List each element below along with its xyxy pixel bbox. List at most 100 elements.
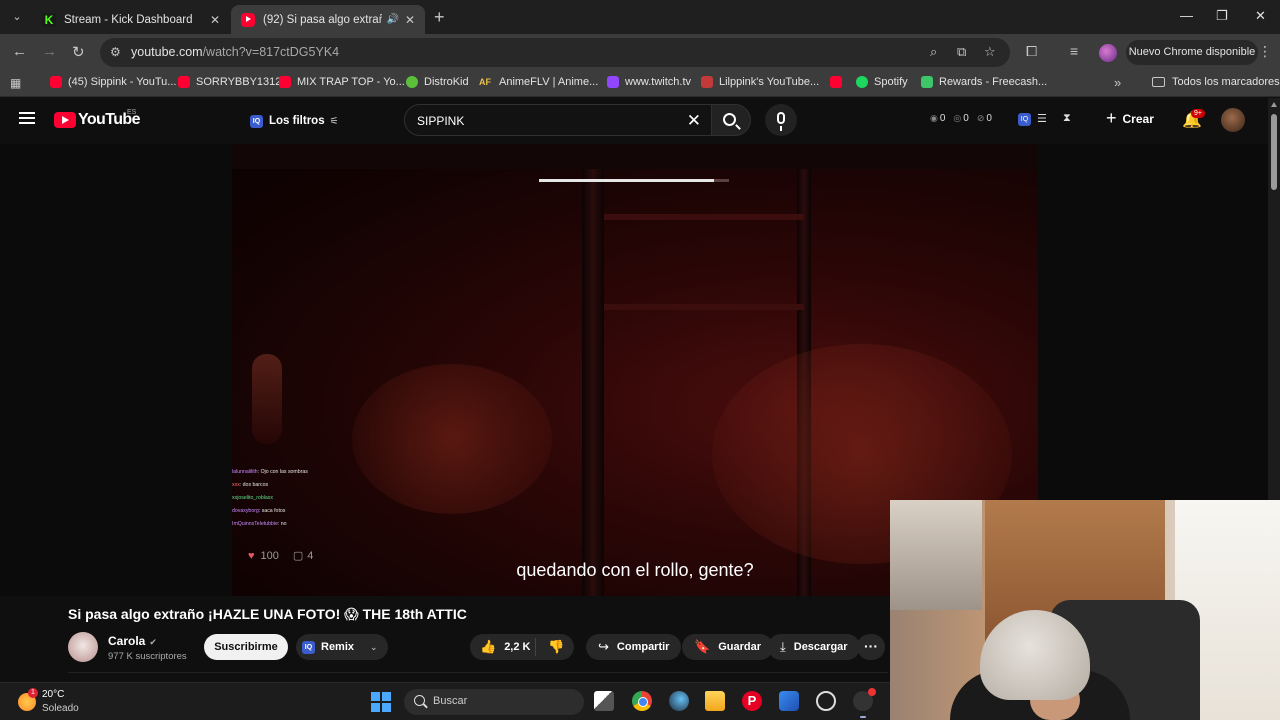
voice-search-button[interactable] bbox=[765, 104, 797, 136]
tab-search-icon[interactable]: ⌄ bbox=[8, 8, 26, 26]
search-button[interactable] bbox=[711, 104, 751, 136]
bookmark-item[interactable]: Rewards - Freecash... bbox=[921, 76, 1047, 88]
tab-kick-dashboard[interactable]: K Stream - Kick Dashboard ✕ bbox=[32, 5, 230, 34]
loading-progress-fill bbox=[539, 179, 714, 182]
scroll-up-icon[interactable] bbox=[1271, 102, 1277, 107]
channel-name[interactable]: Carola ✔ bbox=[108, 634, 157, 648]
new-tab-icon[interactable]: + bbox=[434, 7, 445, 28]
url-text[interactable]: youtube.com/watch?v=817ctDG5YK4 bbox=[131, 45, 339, 59]
share-icon: ↪ bbox=[598, 639, 609, 654]
search-input[interactable]: SIPPINK ✕ bbox=[404, 104, 712, 136]
clear-search-icon[interactable]: ✕ bbox=[687, 111, 701, 131]
distrokid-icon bbox=[406, 76, 418, 88]
file-explorer-icon[interactable] bbox=[705, 691, 725, 711]
bookmark-item[interactable]: Lilppink's YouTube... bbox=[701, 76, 819, 88]
taskbar-search[interactable]: Buscar bbox=[404, 689, 584, 715]
scene-shelf bbox=[604, 214, 804, 220]
video-title: Si pasa algo extraño ¡HAZLE UNA FOTO! 😱 … bbox=[68, 606, 467, 622]
chatgpt-icon[interactable] bbox=[816, 691, 836, 711]
youtube-icon bbox=[50, 76, 62, 88]
search-icon bbox=[414, 695, 425, 706]
active-app-indicator bbox=[860, 716, 866, 718]
speaker-icon[interactable]: 🔊 bbox=[386, 14, 398, 25]
restore-icon[interactable]: ❐ bbox=[1216, 8, 1228, 24]
save-button[interactable]: 🔖 Guardar bbox=[682, 634, 773, 660]
scrollbar-thumb[interactable] bbox=[1271, 114, 1277, 190]
address-bar[interactable]: ⚙ youtube.com/watch?v=817ctDG5YK4 ⌕ ⧉ ☆ bbox=[100, 38, 1010, 67]
pinterest-icon[interactable]: P bbox=[742, 691, 762, 711]
channel-avatar[interactable] bbox=[68, 632, 98, 662]
webcam-background-poster bbox=[890, 500, 982, 610]
bookmark-item[interactable]: SORRYBBY1312 bbox=[178, 76, 281, 88]
divider bbox=[68, 672, 888, 673]
filters-button[interactable]: IQ Los filtros ⚟ bbox=[250, 108, 339, 134]
more-menu-icon[interactable]: ⋮ bbox=[1258, 43, 1272, 60]
back-icon[interactable]: ← bbox=[12, 43, 27, 60]
media-controls-icon[interactable]: ≡ bbox=[1070, 43, 1078, 59]
bookmark-item[interactable]: MIX TRAP TOP - Yo... bbox=[279, 76, 405, 88]
download-button[interactable]: ⤓ Descargar bbox=[768, 634, 860, 660]
kick-icon: K bbox=[42, 12, 56, 27]
bookmark-item[interactable]: Spotify bbox=[856, 76, 908, 88]
bookmark-item[interactable]: (45) Sippink - YouTu... bbox=[50, 76, 176, 88]
close-tab-icon[interactable]: ✕ bbox=[210, 13, 220, 27]
tab-title: (92) Si pasa algo extraño ¡H bbox=[263, 13, 383, 26]
bookmark-item[interactable]: AF AnimeFLV | Anime... bbox=[479, 76, 598, 88]
remix-button[interactable]: IQ Remix ⌄ bbox=[296, 634, 388, 660]
share-button[interactable]: ↪ Compartir bbox=[586, 634, 682, 660]
animeflv-icon: AF bbox=[479, 77, 491, 87]
eye-icon: ◉ bbox=[930, 113, 938, 123]
store-icon[interactable] bbox=[779, 691, 799, 711]
reload-icon[interactable]: ↻ bbox=[72, 43, 85, 61]
youtube-icon bbox=[830, 76, 842, 88]
all-bookmarks-folder[interactable]: Todos los marcadores bbox=[1152, 76, 1280, 88]
like-button[interactable]: 👍 2,2 K bbox=[470, 638, 536, 656]
bookmark-item[interactable]: www.twitch.tv bbox=[607, 76, 691, 88]
steam-icon[interactable] bbox=[669, 691, 689, 711]
task-view-icon[interactable] bbox=[594, 691, 614, 711]
windows-start-icon[interactable] bbox=[371, 692, 391, 712]
temperature: 20°C bbox=[42, 689, 65, 700]
create-button[interactable]: + Crear bbox=[1106, 108, 1154, 129]
extension-icon[interactable]: IQ bbox=[1018, 112, 1037, 126]
video-frame-edge bbox=[232, 144, 1038, 169]
profile-icon[interactable] bbox=[1099, 44, 1117, 62]
forward-icon[interactable]: → bbox=[42, 43, 57, 60]
chrome-update-button[interactable]: Nuevo Chrome disponible bbox=[1126, 40, 1258, 65]
bookmark-item[interactable]: DistroKid bbox=[406, 76, 469, 88]
apps-grid-icon[interactable]: ▦ bbox=[10, 76, 21, 90]
chart-icon bbox=[701, 76, 713, 88]
more-bookmarks-icon[interactable]: » bbox=[1114, 75, 1121, 90]
dislike-button[interactable]: 👎 bbox=[536, 639, 564, 655]
site-info-icon[interactable]: ⚙ bbox=[110, 45, 121, 59]
avatar[interactable] bbox=[1221, 108, 1245, 132]
search-query[interactable]: SIPPINK bbox=[417, 114, 464, 128]
chrome-icon[interactable] bbox=[632, 691, 652, 711]
search-icon bbox=[723, 113, 736, 126]
chat-line: xxjoselito_roblaxx bbox=[232, 495, 273, 501]
hamburger-menu-icon[interactable] bbox=[19, 112, 35, 124]
zoom-icon[interactable]: ⌕ bbox=[930, 44, 937, 60]
hourglass-icon[interactable]: ⧗ bbox=[1063, 112, 1071, 125]
extensions-icon[interactable]: ⧠ bbox=[1026, 43, 1037, 60]
subscriber-count: 977 K suscriptores bbox=[108, 651, 187, 662]
youtube-logo-icon[interactable] bbox=[54, 112, 76, 128]
rewards-icon bbox=[921, 76, 933, 88]
install-app-icon[interactable]: ⧉ bbox=[957, 44, 966, 60]
bookmark-star-icon[interactable]: ☆ bbox=[984, 44, 996, 60]
close-tab-icon[interactable]: ✕ bbox=[405, 13, 415, 27]
scene-shelf bbox=[604, 304, 804, 310]
minimize-icon[interactable]: — bbox=[1180, 8, 1193, 23]
subscribe-button[interactable]: Suscribirme bbox=[204, 634, 288, 660]
like-dislike-group: 👍 2,2 K 👎 bbox=[470, 634, 574, 660]
list-icon[interactable]: ☰ bbox=[1037, 112, 1047, 125]
scene-hand bbox=[252, 354, 282, 444]
tab-youtube-video[interactable]: (92) Si pasa algo extraño ¡H 🔊 ✕ bbox=[231, 5, 425, 34]
chevron-down-icon: ⌄ bbox=[370, 641, 378, 652]
bookmark-item[interactable] bbox=[830, 76, 848, 88]
recording-app-icon[interactable] bbox=[853, 688, 876, 711]
more-actions-button[interactable]: ··· bbox=[857, 634, 885, 660]
close-window-icon[interactable]: ✕ bbox=[1255, 8, 1266, 24]
region-code: ES bbox=[127, 109, 137, 116]
microphone-icon bbox=[777, 112, 785, 131]
